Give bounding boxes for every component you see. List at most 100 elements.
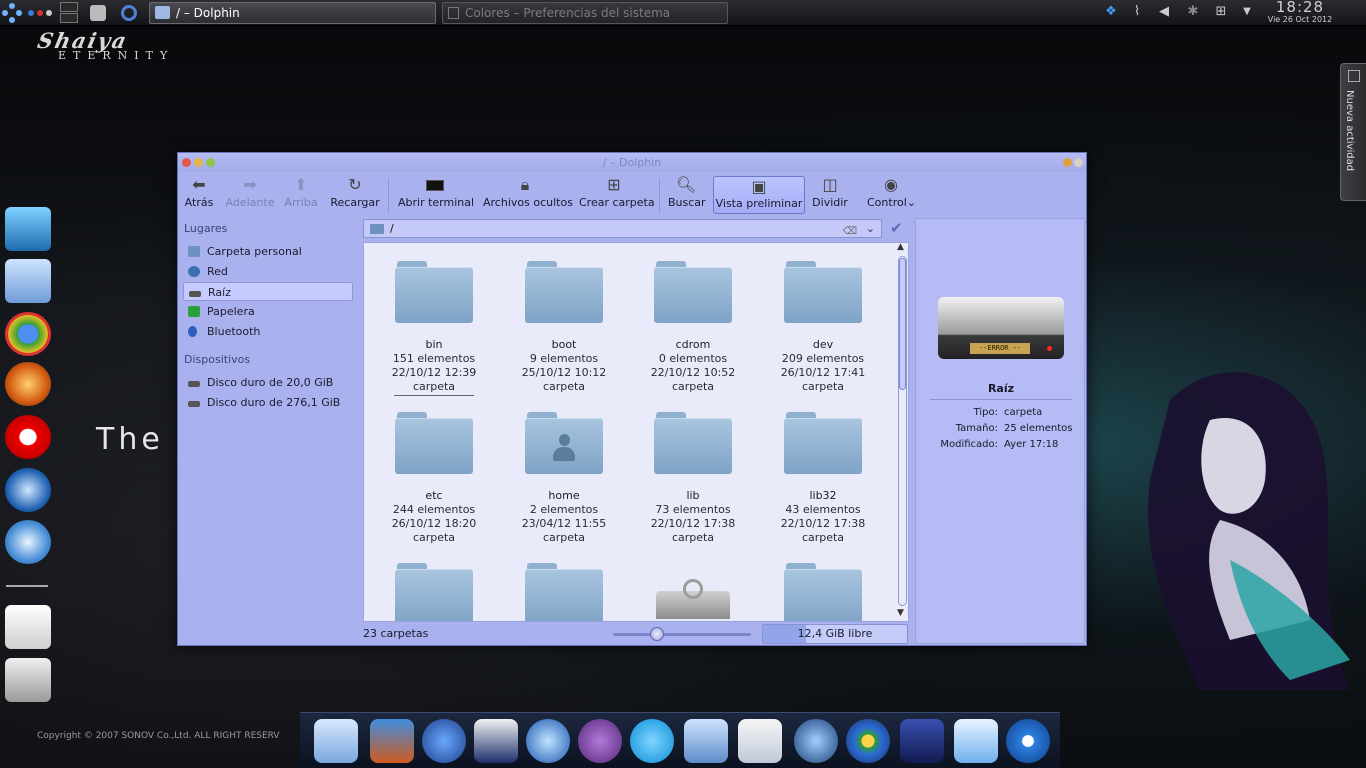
item-name: dev bbox=[812, 338, 834, 351]
trash-icon[interactable] bbox=[954, 719, 998, 763]
word-processor-icon[interactable] bbox=[474, 719, 518, 763]
dropbox-icon[interactable]: ❖ bbox=[1103, 4, 1119, 20]
clock[interactable]: 18:28 Vie 26 Oct 2012 bbox=[1260, 0, 1340, 25]
file-item-dev[interactable]: dev 209 elementos 26/10/12 17:41 carpeta bbox=[758, 261, 888, 394]
reload-button[interactable]: ↻ Recargar bbox=[330, 174, 380, 214]
back-button[interactable]: ⬅ Atrás bbox=[183, 174, 215, 214]
bluetooth-icon[interactable]: ✱ bbox=[1185, 4, 1201, 20]
device-item-disk-20[interactable]: Disco duro de 20,0 GiB bbox=[183, 373, 353, 392]
window-title: / – Dolphin bbox=[602, 156, 662, 169]
shutdown-icon[interactable] bbox=[1006, 719, 1050, 763]
file-item-lib[interactable]: lib 73 elementos 22/10/12 17:38 carpeta bbox=[628, 412, 758, 545]
search-button[interactable]: 🔍︎ Buscar bbox=[668, 174, 706, 214]
browser-icon[interactable] bbox=[121, 5, 137, 21]
switch-icon[interactable] bbox=[5, 605, 51, 649]
reload-label: Recargar bbox=[330, 196, 380, 209]
arrow-left-icon: ⬅ bbox=[192, 175, 206, 194]
file-item-boot[interactable]: boot 9 elementos 25/10/12 10:12 carpeta bbox=[499, 261, 629, 394]
terminal-button[interactable]: Abrir terminal bbox=[398, 174, 474, 214]
zoom-handle[interactable] bbox=[650, 627, 664, 641]
show-desktop-icon[interactable] bbox=[28, 7, 56, 19]
free-space-indicator[interactable]: 12,4 GiB libre bbox=[762, 624, 908, 644]
bookmark-icon[interactable] bbox=[314, 719, 358, 763]
file-item-partial[interactable] bbox=[369, 563, 499, 621]
maximize-icon[interactable] bbox=[206, 158, 215, 167]
safari-icon[interactable] bbox=[5, 520, 51, 564]
dolphin-window: / – Dolphin ⬅ Atrás ➡ Adelante ⬆ Arriba … bbox=[177, 152, 1087, 646]
upload-folder-icon[interactable] bbox=[5, 259, 51, 303]
application-launcher-icon[interactable] bbox=[2, 3, 22, 23]
thunderbird-icon[interactable] bbox=[5, 468, 51, 512]
scroll-down-icon[interactable]: ▼ bbox=[897, 608, 904, 618]
item-count: 9 elementos bbox=[529, 352, 599, 365]
wallpaper-figure bbox=[1148, 372, 1350, 690]
globe-icon[interactable] bbox=[526, 719, 570, 763]
file-item-lib32[interactable]: lib32 43 elementos 22/10/12 17:38 carpet… bbox=[758, 412, 888, 545]
accept-icon[interactable]: ✔ bbox=[890, 219, 908, 237]
file-item-partial[interactable] bbox=[758, 563, 888, 621]
windows-icon[interactable] bbox=[846, 719, 890, 763]
places-item-trash[interactable]: Papelera bbox=[183, 302, 353, 321]
places-item-network[interactable]: Red bbox=[183, 262, 353, 281]
network-icon[interactable]: ⊞ bbox=[1213, 4, 1229, 20]
finder-icon[interactable] bbox=[5, 658, 51, 702]
places-item-root[interactable]: Raíz bbox=[183, 282, 353, 301]
paint-icon[interactable] bbox=[422, 719, 466, 763]
opera-icon[interactable] bbox=[5, 415, 51, 459]
places-item-label: Bluetooth bbox=[207, 325, 261, 338]
scroll-up-icon[interactable]: ▲ bbox=[897, 242, 904, 252]
preview-button[interactable]: ▣ Vista preliminar bbox=[713, 176, 805, 214]
photo-viewer-icon[interactable] bbox=[370, 719, 414, 763]
file-item-home[interactable]: home 2 elementos 23/04/12 11:55 carpeta bbox=[499, 412, 629, 545]
hidden-files-button[interactable]: 🔒︎ Archivos ocultos bbox=[483, 174, 573, 214]
firefox-icon[interactable] bbox=[5, 362, 51, 406]
clear-icon[interactable]: ⌫ bbox=[843, 223, 857, 240]
file-item-bin[interactable]: bin 151 elementos 22/10/12 12:39 carpeta bbox=[369, 261, 499, 396]
new-folder-button[interactable]: ⊞ Crear carpeta bbox=[579, 174, 655, 214]
taskbar-task-system-settings[interactable]: Colores – Preferencias del sistema bbox=[442, 2, 728, 24]
device-item-disk-276[interactable]: Disco duro de 276,1 GiB bbox=[183, 393, 353, 412]
folder-icon bbox=[784, 261, 862, 323]
file-item-cdrom[interactable]: cdrom 0 elementos 22/10/12 10:52 carpeta bbox=[628, 261, 758, 394]
file-item-partial[interactable] bbox=[628, 579, 758, 619]
toolbar-separator bbox=[659, 178, 660, 212]
taskbar-task-dolphin[interactable]: / – Dolphin bbox=[149, 2, 436, 24]
control-label: Control⌄ bbox=[867, 196, 916, 209]
activity-tab[interactable]: Nueva actividad bbox=[1340, 63, 1366, 201]
volume-icon[interactable]: ◀ bbox=[1156, 4, 1172, 20]
window-titlebar[interactable]: / – Dolphin bbox=[178, 153, 1086, 172]
text-editor-icon[interactable] bbox=[738, 719, 782, 763]
window-menu-icon[interactable] bbox=[1063, 158, 1072, 167]
split-button[interactable]: ◫ Dividir bbox=[812, 174, 848, 214]
file-item-etc[interactable]: etc 244 elementos 26/10/12 18:20 carpeta bbox=[369, 412, 499, 545]
vertical-scrollbar[interactable]: ▲ ▼ bbox=[896, 242, 909, 622]
folder-icon bbox=[155, 6, 170, 19]
new-folder-icon: ⊞ bbox=[607, 175, 621, 194]
chevron-down-icon[interactable]: ⌄ bbox=[866, 220, 875, 237]
places-item-home[interactable]: Carpeta personal bbox=[183, 242, 353, 261]
file-item-partial[interactable] bbox=[499, 563, 629, 621]
desktop-pager[interactable] bbox=[60, 2, 78, 24]
location-bar[interactable]: / ⌫ ⌄ bbox=[363, 219, 882, 238]
close-icon[interactable] bbox=[182, 158, 191, 167]
control-button[interactable]: ◉ Control⌄ bbox=[867, 174, 916, 214]
scroll-thumb[interactable] bbox=[899, 258, 906, 390]
home-folder-icon[interactable] bbox=[684, 719, 728, 763]
skype-icon[interactable] bbox=[630, 719, 674, 763]
tray-expand-icon[interactable]: ▼ bbox=[1239, 4, 1255, 20]
up-button[interactable]: ⬆ Arriba bbox=[284, 174, 318, 214]
places-item-bluetooth[interactable]: Bluetooth bbox=[183, 322, 353, 341]
music-player-icon[interactable] bbox=[794, 719, 838, 763]
terminal-icon[interactable] bbox=[5, 207, 51, 251]
zoom-rail[interactable] bbox=[613, 633, 751, 636]
disk-burner-icon[interactable] bbox=[900, 719, 944, 763]
minimize-icon[interactable] bbox=[194, 158, 203, 167]
pidgin-icon[interactable] bbox=[578, 719, 622, 763]
package-icon[interactable] bbox=[90, 5, 106, 21]
zoom-slider[interactable] bbox=[613, 627, 751, 641]
keep-above-icon[interactable] bbox=[1074, 158, 1083, 167]
clipboard-icon[interactable]: ⌇ bbox=[1129, 4, 1145, 20]
forward-button[interactable]: ➡ Adelante bbox=[225, 174, 275, 214]
chrome-icon[interactable] bbox=[5, 312, 51, 356]
toolbar: ⬅ Atrás ➡ Adelante ⬆ Arriba ↻ Recargar A… bbox=[178, 172, 1086, 216]
